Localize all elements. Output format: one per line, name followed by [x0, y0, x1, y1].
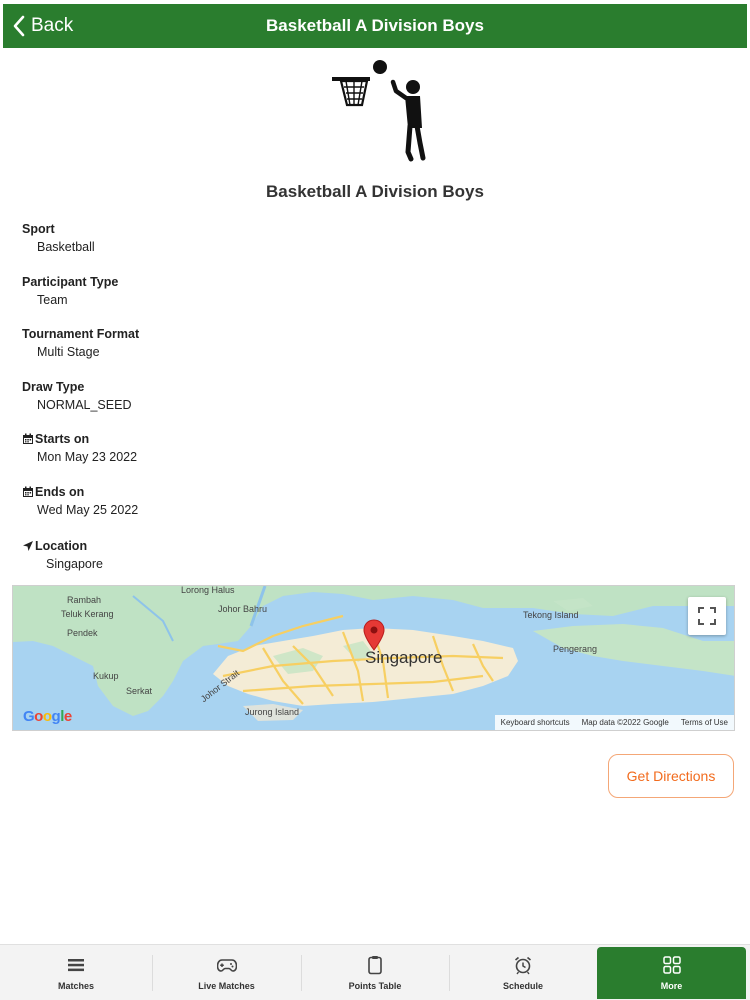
map-label: Teluk Kerang [61, 609, 114, 619]
nav-live-matches-label: Live Matches [198, 981, 255, 991]
alarm-clock-icon [514, 956, 532, 975]
tournament-format-label: Tournament Format [22, 327, 140, 341]
event-title: Basketball A Division Boys [266, 182, 484, 201]
participant-type-field: Participant Type Team [22, 275, 118, 307]
starts-on-label: Starts on [35, 432, 90, 446]
tournament-format-field: Tournament Format Multi Stage [22, 327, 139, 359]
calendar-icon [23, 433, 33, 444]
map-label: Rambah [67, 595, 102, 605]
map-label: Tekong Island [523, 610, 579, 620]
map-label: Serkat [126, 686, 153, 696]
location-arrow-icon [23, 541, 33, 551]
map-city-label: Singapore [365, 648, 443, 667]
nav-live-matches[interactable]: Live Matches [152, 945, 301, 1000]
basketball-player-icon [332, 60, 426, 162]
nav-matches-label: Matches [57, 981, 94, 991]
chevron-left-icon [13, 15, 25, 37]
sport-value: Basketball [37, 240, 95, 254]
location-map[interactable]: Lorong Halus Rambah Teluk Kerang Pendek … [12, 585, 735, 731]
ends-on-label-row: Ends on [22, 485, 138, 499]
participant-type-value: Team [37, 293, 68, 307]
clipboard-icon [368, 956, 382, 975]
location-field: Location Singapore [22, 539, 103, 571]
nav-points-table[interactable]: Points Table [301, 945, 449, 1000]
starts-on-field: Starts on Mon May 23 2022 [22, 432, 137, 464]
nav-more-label: More [660, 981, 683, 991]
calendar-icon [23, 486, 33, 497]
keyboard-shortcuts-link[interactable]: Keyboard shortcuts [495, 718, 576, 727]
ends-on-value: Wed May 25 2022 [37, 503, 139, 517]
google-logo: Google [23, 708, 72, 725]
map-attribution: Keyboard shortcuts Map data ©2022 Google… [494, 715, 734, 730]
location-value: Singapore [46, 557, 103, 571]
fullscreen-icon [698, 607, 716, 625]
map-data-text: Map data ©2022 Google [581, 718, 669, 727]
nav-more[interactable]: More [597, 947, 746, 999]
back-label: Back [31, 15, 74, 36]
ends-on-field: Ends on Wed May 25 2022 [22, 485, 138, 517]
map-label: Kukup [93, 671, 119, 681]
nav-points-table-label: Points Table [348, 981, 402, 991]
bottom-nav: Matches Live Matches Points Table Schedu… [0, 944, 750, 1000]
page-title: Basketball A Division Boys [266, 16, 484, 35]
map-label: Jurong Island [245, 707, 300, 717]
ends-on-label: Ends on [35, 485, 85, 499]
map-fullscreen-button[interactable] [688, 597, 726, 635]
get-directions-button[interactable]: Get Directions [608, 754, 734, 798]
nav-schedule-label: Schedule [502, 981, 543, 991]
terms-of-use-link[interactable]: Terms of Use [675, 718, 734, 727]
location-label-row: Location [22, 539, 103, 553]
participant-type-label: Participant Type [22, 275, 119, 289]
app-header: Back Basketball A Division Boys [3, 4, 747, 48]
back-button[interactable]: Back [11, 4, 73, 48]
draw-type-label: Draw Type [22, 380, 85, 394]
list-icon [68, 959, 84, 972]
starts-on-label-row: Starts on [22, 432, 137, 446]
sport-label: Sport [22, 222, 55, 236]
map-label: Pendek [67, 628, 98, 638]
location-label: Location [35, 539, 88, 553]
sport-field: Sport Basketball [22, 222, 95, 254]
nav-schedule[interactable]: Schedule [449, 945, 597, 1000]
event-detail-screen: Back Basketball A Division Boys Basketba… [0, 0, 750, 1000]
draw-type-field: Draw Type NORMAL_SEED [22, 380, 131, 412]
map-label: Johor Bahru [218, 604, 268, 614]
map-pin-icon[interactable] [363, 619, 385, 651]
gamepad-icon [216, 959, 237, 972]
tournament-format-value: Multi Stage [37, 345, 100, 359]
map-label: Pengerang [553, 644, 598, 654]
map-label: Lorong Halus [181, 585, 235, 595]
grid-icon [662, 956, 681, 974]
starts-on-value: Mon May 23 2022 [37, 450, 138, 464]
draw-type-value: NORMAL_SEED [37, 398, 132, 412]
nav-matches[interactable]: Matches [0, 945, 152, 1000]
